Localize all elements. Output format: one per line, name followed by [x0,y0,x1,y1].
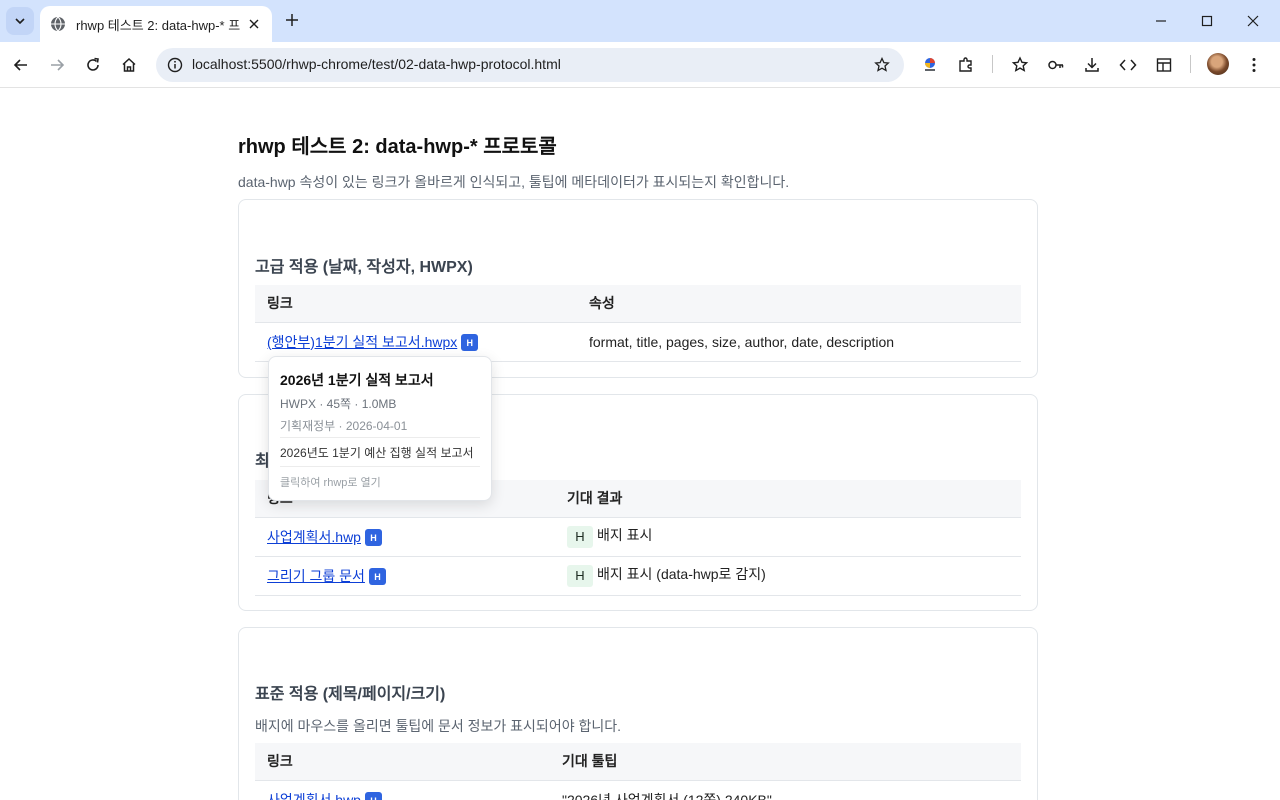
hwpx-report-link[interactable]: (행안부)1분기 실적 보고서.hwpx [267,334,457,350]
table-header-row: 링크 속성 [255,285,1021,323]
devtools-button[interactable] [1115,52,1141,78]
standard-section-heading: 표준 적용 (제목/페이지/크기) [255,686,446,703]
site-info-icon[interactable] [164,54,186,76]
home-button[interactable] [116,52,142,78]
advanced-table: 링크 속성 (행안부)1분기 실적 보고서.hwpx H format, titl… [255,285,1021,362]
tooltip-description: 2026년도 1분기 예산 집행 실적 보고서 [280,446,474,460]
tooltip-meta: HWPX · 45쪽 · 1.0MB [280,397,397,411]
download-icon [1085,58,1099,72]
address-bar[interactable]: localhost:5500/rhwp-chrome/test/02-data-… [156,48,904,82]
bookmark-star-icon[interactable] [872,55,892,75]
reload-button[interactable] [80,52,106,78]
expected-result: 배지 표시 [597,527,653,544]
new-tab-button[interactable] [282,10,302,30]
attrs-cell: format, title, pages, size, author, date… [577,322,1021,362]
globe-icon [51,16,65,32]
table-header-row: 링크 기대 툴팁 [255,743,1021,781]
tooltip-divider [280,466,480,467]
drawing-group-link[interactable]: 그리기 그룹 문서 [267,568,365,584]
tooltip-divider [280,437,480,438]
table-row: 그리기 그룹 문서 H H 배지 표시 (data-hwp로 감지) [255,556,1021,596]
profile-avatar[interactable] [1207,53,1229,75]
maximize-icon [1201,15,1213,27]
column-header-attrs: 속성 [577,285,1021,323]
hwp-badge[interactable]: H [364,529,382,547]
page-subtitle: data-hwp 속성이 있는 링크가 올바르게 인식되고, 툴팁에 메타데이터… [238,174,790,190]
arrow-right-icon [51,59,65,71]
chevron-down-icon [15,18,25,25]
column-header-link: 링크 [255,743,550,781]
maximize-button[interactable] [1193,8,1221,34]
plus-icon [286,14,298,26]
hwp-badge-sample: H [567,564,593,587]
side-panel-button[interactable] [1151,52,1177,78]
hwp-metadata-tooltip[interactable]: 2026년 1분기 실적 보고서 HWPX · 45쪽 · 1.0MB 기획재정… [268,356,492,501]
table-row: 사업계획서.hwpH "2026년 사업계획서 (12쪽) 240KB" [255,780,1021,800]
back-button[interactable] [8,52,34,78]
expected-tooltip: "2026년 사업계획서 (12쪽) 240KB" [550,780,1021,800]
page-title: rhwp 테스트 2: data-hwp-* 프로토콜 [238,136,557,158]
column-header-tooltip: 기대 툴팁 [550,743,1021,781]
forward-button[interactable] [44,52,70,78]
tooltip-title: 2026년 1분기 실적 보고서 [280,372,434,388]
hwp-badge[interactable]: H [368,568,386,586]
bookmarks-button[interactable] [1007,52,1033,78]
advanced-section-heading: 고급 적용 (날짜, 작성자, HWPX) [255,259,473,276]
toolbar-divider [992,55,993,73]
column-header-link: 링크 [255,285,577,323]
extensions-button[interactable] [953,52,979,78]
standard-section-description: 배지에 마우스를 올리면 툴팁에 문서 정보가 표시되어야 합니다. [255,718,621,734]
browser-toolbar: localhost:5500/rhwp-chrome/test/02-data-… [0,42,1280,88]
business-plan-link[interactable]: 사업계획서.hwp [267,529,361,545]
column-header-expected: 기대 결과 [555,480,1021,518]
tooltip-author-date: 기획재정부 · 2026-04-01 [280,419,408,433]
layout-icon [1156,58,1172,72]
menu-button[interactable] [1241,52,1267,78]
url-text: localhost:5500/rhwp-chrome/test/02-data-… [192,56,561,72]
tab-close-icon[interactable] [246,16,262,32]
active-tab[interactable]: rhwp 테스트 2: data-hwp-* 프 [40,6,272,42]
arrow-left-icon [13,59,27,71]
close-window-button[interactable] [1239,8,1267,34]
downloads-button[interactable] [1079,52,1105,78]
tab-search-button[interactable] [6,7,34,35]
code-icon [1119,59,1137,71]
table-row: 사업계획서.hwp H H 배지 표시 [255,517,1021,557]
expected-result: 배지 표시 (data-hwp로 감지) [597,566,766,583]
advanced-section-card: 고급 적용 (날짜, 작성자, HWPX) 링크 속성 (행안부)1분기 실적 … [238,199,1038,378]
standard-section-card: 표준 적용 (제목/페이지/크기) 배지에 마우스를 올리면 툴팁에 문서 정보… [238,627,1038,800]
puzzle-icon [959,57,972,72]
standard-table: 링크 기대 툴팁 사업계획서.hwpH "2026년 사업계획서 (12쪽) 2… [255,743,1021,800]
business-plan-link[interactable]: 사업계획서.hwp [267,792,361,800]
minimize-button[interactable] [1147,8,1175,34]
tooltip-open-hint: 클릭하여 rhwp로 열기 [280,477,381,489]
hwp-badge[interactable]: H [461,334,479,352]
more-vertical-icon [1252,58,1256,72]
home-icon [122,57,136,72]
star-list-icon [1011,56,1029,72]
hwp-badge-sample: H [567,525,593,548]
rhwp-extension-button[interactable] [917,52,943,78]
passwords-button[interactable] [1043,52,1069,78]
close-icon [1247,15,1259,27]
minimize-icon [1156,20,1166,22]
tab-title: rhwp 테스트 2: data-hwp-* 프 [76,17,241,33]
rhwp-logo-icon [925,58,935,71]
key-icon [1048,60,1064,70]
tab-strip: rhwp 테스트 2: data-hwp-* 프 [0,0,1280,42]
reload-icon [87,57,99,71]
toolbar-divider [1190,55,1191,73]
hwp-badge[interactable]: H [364,792,382,800]
